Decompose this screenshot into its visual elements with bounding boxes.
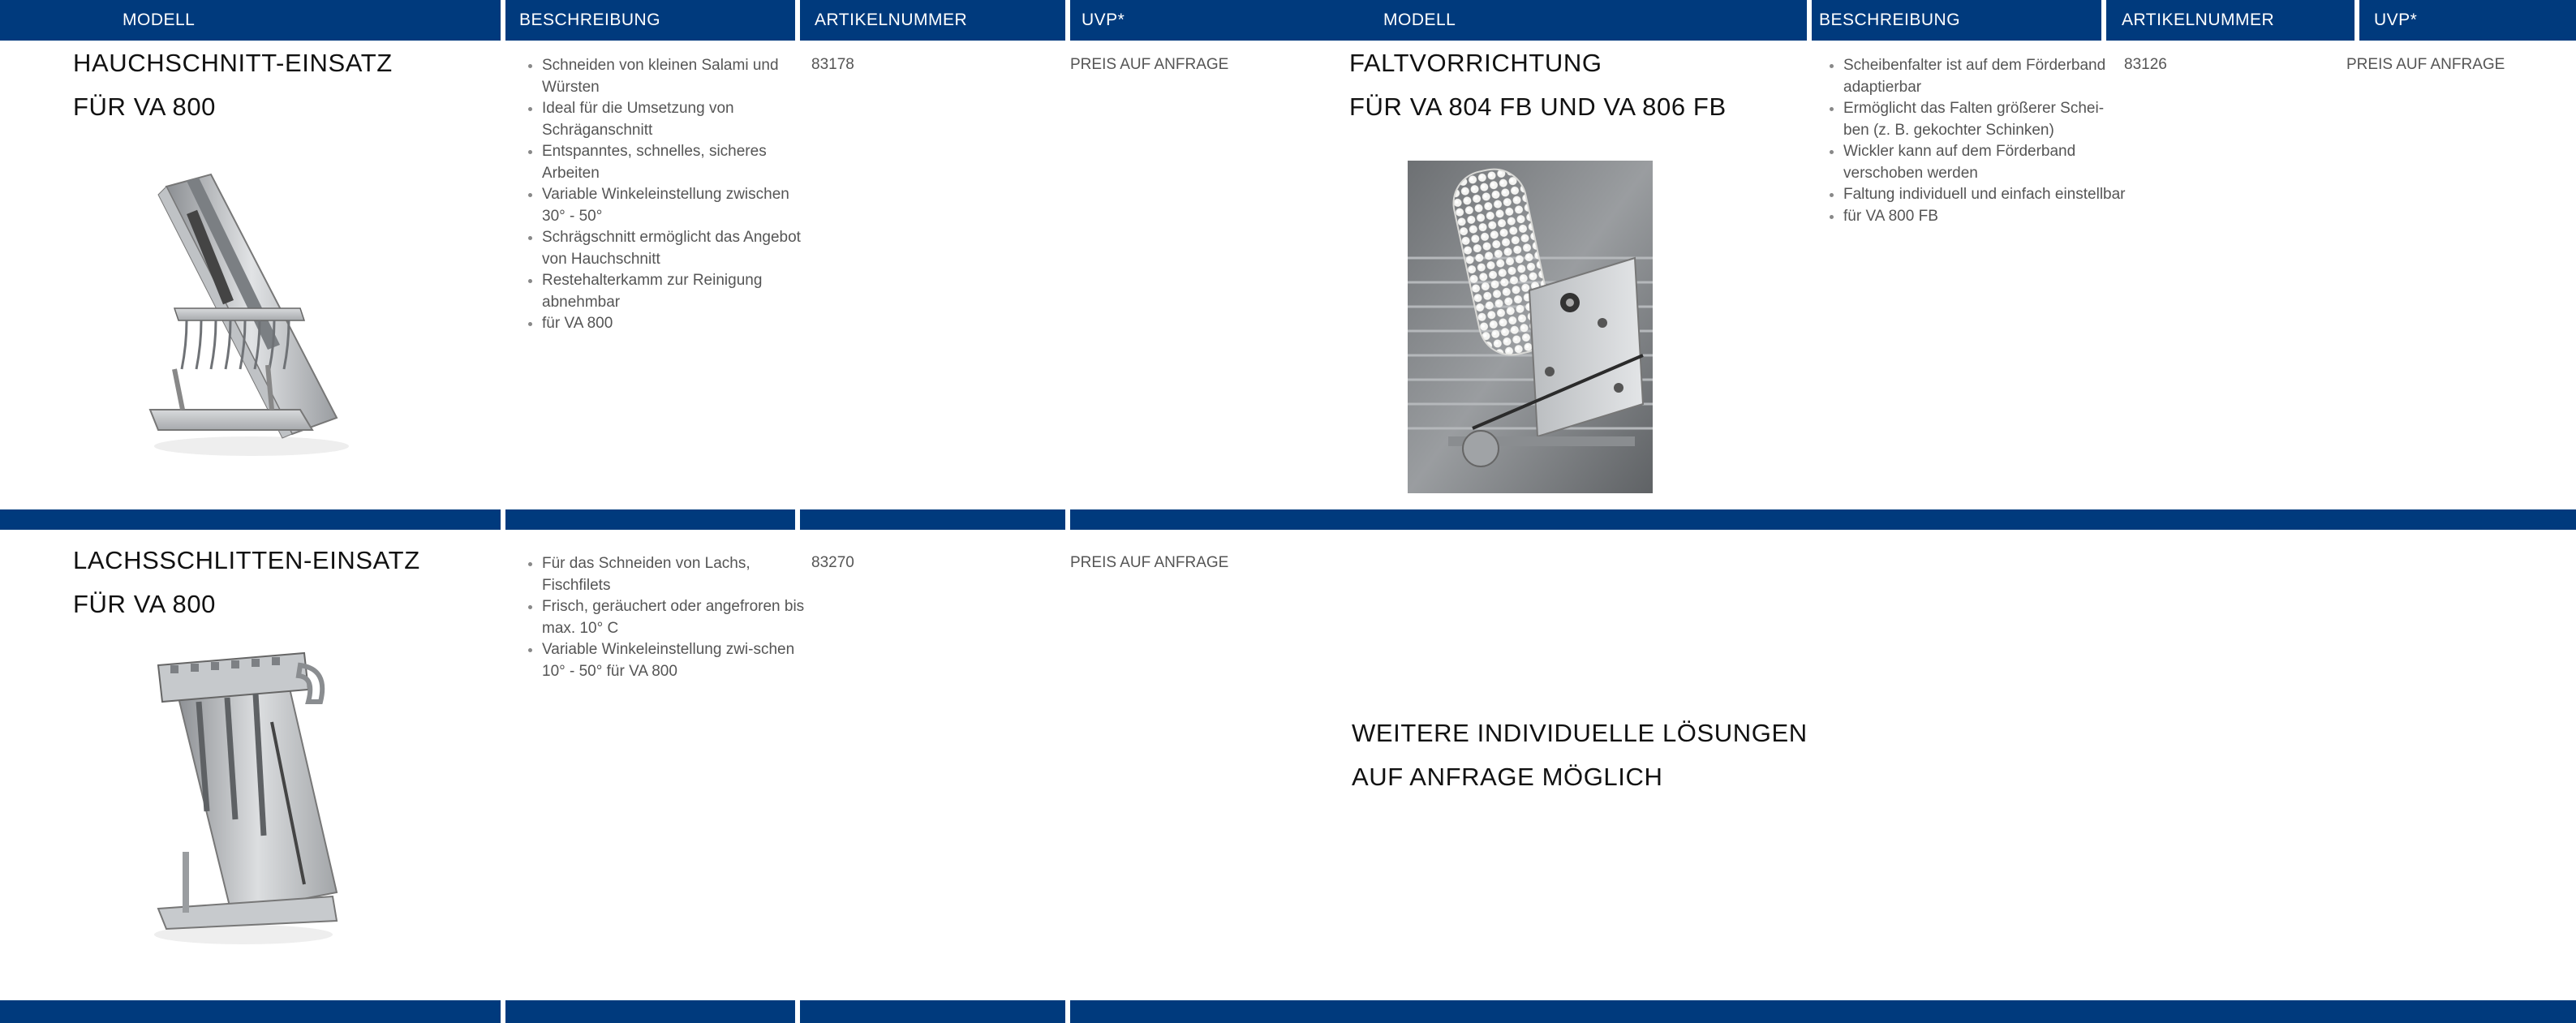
product-subtitle-faltvorrichtung: FÜR VA 804 FB UND VA 806 FB [1349, 92, 1727, 121]
list-item: Faltung individuell und einfach einstell… [1843, 184, 2127, 206]
product-title-faltvorrichtung: FALTVORRICHTUNG [1349, 49, 1602, 77]
header-artikelnummer-2: ARTIKELNUMMER [2122, 11, 2275, 29]
list-item: Variable Winkeleinstellung zwischen 30° … [542, 184, 810, 227]
list-item: Variable Winkeleinstellung zwi-schen 10°… [542, 639, 810, 682]
list-item: Schrägschnitt ermöglicht das Angebot von… [542, 227, 810, 270]
row-divider-2-col2 [505, 1000, 795, 1023]
price-hauchschnitt: PREIS AUF ANFRAGE [1070, 56, 1229, 73]
row-divider-2-col3 [800, 1000, 1065, 1023]
row-divider-1-col1 [0, 509, 501, 530]
row-divider-1-col4 [1070, 509, 2576, 530]
list-item: Scheibenfalter ist auf dem Förderband ad… [1843, 55, 2127, 98]
list-item: Restehalterkamm zur Reinigung abnehmbar [542, 270, 810, 313]
product-bullets-lachsschlitten: Für das Schneiden von Lachs, Fischfilets… [516, 553, 810, 682]
product-title-hauchschnitt: HAUCHSCHNITT-EINSATZ [73, 49, 393, 77]
header-uvp: UVP* [1082, 11, 1125, 29]
row-divider-2-col4 [1070, 1000, 2576, 1023]
note-line-1: WEITERE INDIVIDUELLE LÖSUNGEN [1352, 719, 1808, 747]
price-faltvorrichtung: PREIS AUF ANFRAGE [2346, 56, 2505, 73]
price-lachsschlitten: PREIS AUF ANFRAGE [1070, 554, 1229, 571]
row-divider-2-col1 [0, 1000, 501, 1023]
header-bar-modell [0, 0, 501, 41]
article-number-faltvorrichtung: 83126 [2124, 56, 2167, 73]
product-bullets-hauchschnitt: Schneiden von kleinen Salami und Würsten… [516, 55, 810, 335]
header-modell: MODELL [123, 11, 196, 29]
product-subtitle-hauchschnitt: FÜR VA 800 [73, 92, 217, 121]
list-item: Ideal für die Umsetzung von Schräganschn… [542, 98, 810, 141]
list-item: Schneiden von kleinen Salami und Würsten [542, 55, 810, 98]
header-beschreibung-2: BESCHREIBUNG [1819, 11, 1961, 29]
row-divider-1-col2 [505, 509, 795, 530]
list-item: Frisch, geräuchert oder angefroren bis m… [542, 596, 810, 639]
lachsschlitten-einsatz-product-image [154, 651, 338, 944]
list-item: Entspanntes, schnelles, sicheres Arbeite… [542, 141, 810, 184]
list-item: Wickler kann auf dem Förderband verschob… [1843, 141, 2127, 184]
article-number-lachsschlitten: 83270 [811, 554, 854, 571]
list-item: Ermöglicht das Falten größerer Schei-ben… [1843, 98, 2127, 141]
hauchschnitt-einsatz-product-image [148, 173, 349, 456]
header-modell-2: MODELL [1383, 11, 1456, 29]
row-divider-1-col3 [800, 509, 1065, 530]
product-title-lachsschlitten: LACHSSCHLITTEN-EINSATZ [73, 546, 420, 574]
faltvorrichtung-product-image [1408, 161, 1653, 493]
list-item: für VA 800 FB [1843, 206, 2127, 228]
note-line-2: AUF ANFRAGE MÖGLICH [1352, 763, 1663, 791]
header-artikelnummer: ARTIKELNUMMER [815, 11, 968, 29]
product-bullets-faltvorrichtung: Scheibenfalter ist auf dem Förderband ad… [1817, 55, 2127, 227]
list-item: Für das Schneiden von Lachs, Fischfilets [542, 553, 810, 596]
list-item: für VA 800 [542, 313, 810, 335]
header-uvp-2: UVP* [2374, 11, 2418, 29]
product-subtitle-lachsschlitten: FÜR VA 800 [73, 590, 217, 618]
article-number-hauchschnitt: 83178 [811, 56, 854, 73]
header-beschreibung: BESCHREIBUNG [519, 11, 661, 29]
